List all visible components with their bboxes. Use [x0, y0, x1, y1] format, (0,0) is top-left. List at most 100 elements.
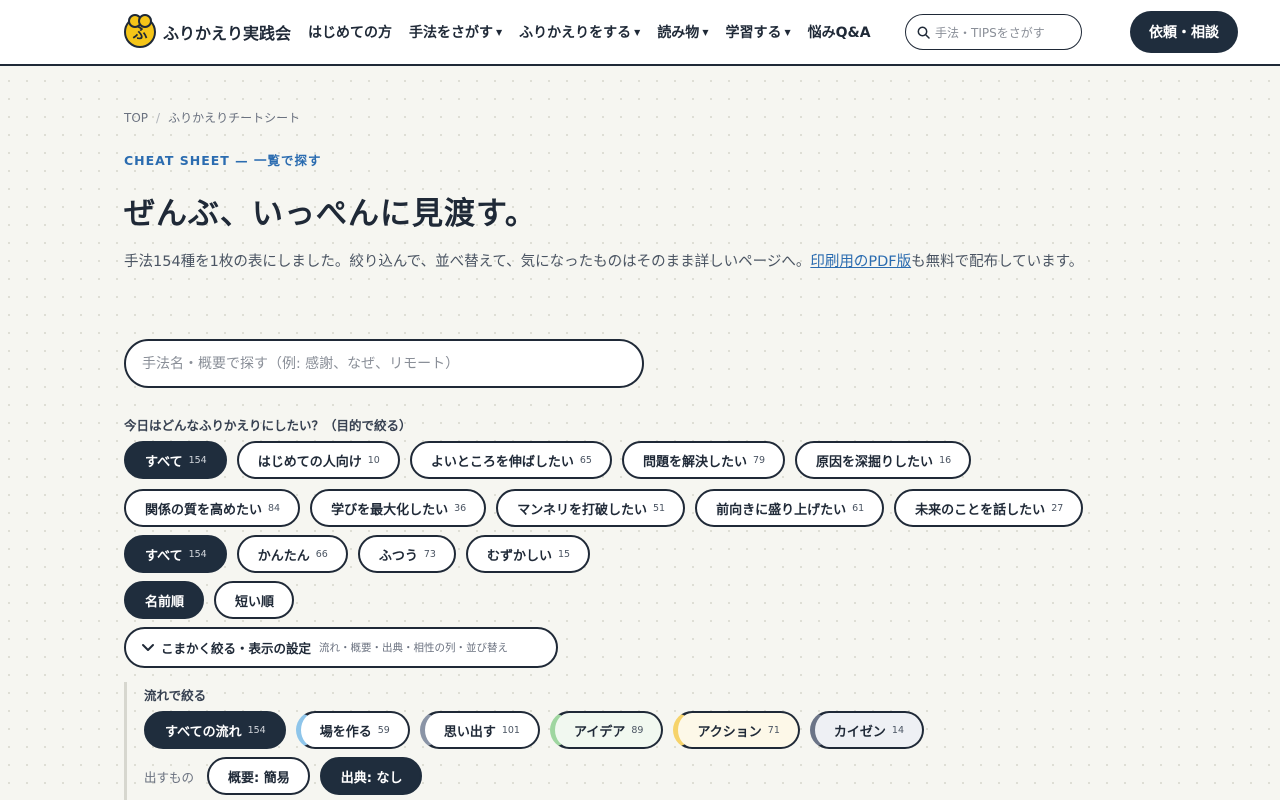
chip-label: すべて: [145, 454, 183, 470]
method-search[interactable]: [124, 339, 644, 388]
page-title: ぜんぶ、いっぺんに見渡す。: [124, 196, 537, 232]
difficulty-chip-all[interactable]: すべて 154: [124, 535, 227, 573]
nav-item-find-methods[interactable]: 手法をさがす ▼: [409, 22, 502, 42]
chip-label: ふつう: [378, 548, 418, 564]
pdf-link[interactable]: 印刷用のPDF版: [810, 254, 911, 270]
breadcrumb: TOP / ふりかえりチートシート: [124, 109, 300, 126]
chip-label: すべての流れ: [165, 724, 242, 740]
global-nav: はじめての方 手法をさがす ▼ ふりかえりをする ▼ 読み物 ▼ 学習する ▼ 悩みQ&…: [308, 20, 888, 44]
flow-filter-row: すべての流れ 154 場を作る 59 思い出す 101 アイデア 89 アクション 71 …: [144, 711, 934, 749]
breadcrumb-home-link[interactable]: TOP: [124, 111, 148, 125]
purpose-filter-row-2: 関係の質を高めたい 84 学びを最大化したい 36 マンネリを打破したい 51 前向き…: [124, 489, 1093, 527]
purpose-chip-root-cause[interactable]: 原因を深掘りしたい 16: [795, 441, 972, 479]
difficulty-chip-hard[interactable]: むずかしい 15: [465, 535, 591, 573]
difficulty-chip-easy[interactable]: かんたん 66: [236, 535, 348, 573]
chip-label: 前向きに盛り上げたい: [716, 502, 847, 518]
site-logo[interactable]: ふ ふりかえり実践会: [124, 14, 292, 48]
chip-count: 59: [377, 724, 390, 736]
chip-label: 原因を深掘りしたい: [816, 454, 934, 470]
flow-chip-set-the-stage[interactable]: 場を作る 59: [295, 711, 410, 749]
nav-label: 悩みQ&A: [807, 25, 871, 41]
purpose-chip-learning[interactable]: 学びを最大化したい 36: [310, 489, 487, 527]
frog-logo-icon: ふ: [124, 14, 156, 48]
chip-label: はじめての人向け: [257, 454, 362, 470]
purpose-chip-future[interactable]: 未来のことを話したい 27: [894, 489, 1084, 527]
chip-label: マンネリを打破したい: [517, 502, 647, 518]
breadcrumb-separator: /: [156, 111, 161, 125]
chip-label: 学びを最大化したい: [331, 502, 449, 518]
chip-count: 154: [188, 454, 207, 466]
nav-label: 読み物: [657, 25, 700, 41]
method-search-input[interactable]: [142, 355, 642, 372]
nav-item-beginners[interactable]: はじめての方: [308, 22, 392, 42]
chip-count: 101: [501, 724, 520, 736]
nav-item-learn[interactable]: 学習する ▼: [725, 22, 790, 42]
chip-label: 関係の質を高めたい: [145, 502, 263, 518]
nav-label: 手法をさがす: [409, 25, 493, 41]
chip-count: 61: [852, 502, 865, 514]
flow-chip-gather-data[interactable]: 思い出す 101: [419, 711, 540, 749]
nav-item-do-retrospective[interactable]: ふりかえりをする ▼: [519, 22, 640, 42]
sort-chip-name[interactable]: 名前順: [124, 581, 205, 619]
purpose-chip-strengths[interactable]: よいところを伸ばしたい 65: [409, 441, 612, 479]
chip-label: 場を作る: [319, 724, 372, 740]
chip-count: 79: [752, 454, 766, 466]
nav-item-articles[interactable]: 読み物 ▼: [657, 22, 708, 42]
page-lead: 手法154種を1枚の表にしました。絞り込んで、並べ替えて、気になったものはそのま…: [124, 248, 1144, 277]
chip-label: むずかしい: [486, 548, 552, 564]
caret-down-icon: ▼: [702, 27, 709, 37]
chip-label: 概要: 簡易: [228, 770, 290, 786]
chip-label: すべて: [145, 548, 183, 564]
purpose-chip-relationships[interactable]: 関係の質を高めたい 84: [124, 489, 301, 527]
chip-count: 89: [631, 724, 644, 736]
purpose-filter-row-1: すべて 154 はじめての人向け 10 よいところを伸ばしたい 65 問題を解決したい…: [124, 441, 981, 479]
chip-count: 154: [188, 548, 207, 560]
caret-down-icon: ▼: [496, 27, 503, 37]
site-search[interactable]: 手法・TIPSをさがす: [905, 14, 1082, 50]
nav-label: ふりかえりをする: [519, 25, 632, 41]
output-chip-source-none[interactable]: 出典: なし: [319, 757, 423, 795]
nav-label: はじめての方: [308, 25, 392, 41]
flow-chip-all[interactable]: すべての流れ 154: [144, 711, 286, 749]
sort-chip-shortest[interactable]: 短い順: [214, 581, 295, 619]
purpose-chip-energize[interactable]: 前向きに盛り上げたい 61: [695, 489, 885, 527]
chip-label: かんたん: [257, 548, 310, 564]
flow-filter-label: 流れで絞る: [144, 688, 207, 703]
chevron-down-icon: [142, 643, 154, 651]
site-name: ふりかえり実践会: [163, 24, 292, 43]
chip-label: 問題を解決したい: [642, 454, 747, 470]
chip-count: 154: [247, 724, 266, 736]
difficulty-chip-normal[interactable]: ふつう 73: [357, 535, 456, 573]
flow-chip-ideas[interactable]: アイデア 89: [549, 711, 664, 749]
detail-settings-panel: 流れで絞る すべての流れ 154 場を作る 59 思い出す 101 アイデア 89 アク…: [124, 682, 1024, 800]
flow-chip-kaizen[interactable]: カイゼン 14: [809, 711, 924, 749]
purpose-chip-solve-problems[interactable]: 問題を解決したい 79: [621, 441, 786, 479]
chip-label: アクション: [697, 724, 762, 740]
chip-count: 36: [454, 502, 467, 514]
chip-count: 66: [315, 548, 328, 560]
output-chip-summary-simple[interactable]: 概要: 簡易: [207, 757, 310, 795]
purpose-chip-all[interactable]: すべて 154: [124, 441, 227, 479]
caret-down-icon: ▼: [634, 27, 641, 37]
section-eyebrow: CHEAT SHEET — 一覧で探す: [124, 153, 322, 168]
detail-settings-toggle[interactable]: こまかく絞る・表示の設定 流れ・概要・出典・相性の列・並び替え: [124, 627, 558, 668]
chip-label: 短い順: [235, 594, 275, 610]
chip-count: 14: [891, 724, 904, 736]
lead-text: 手法154種を1枚の表にしました。絞り込んで、並べ替えて、気になったものはそのま…: [124, 254, 811, 270]
lead-text-end: も無料で配布しています。: [911, 254, 1084, 270]
chip-label: 出典: なし: [340, 770, 403, 786]
chip-count: 71: [767, 724, 780, 736]
purpose-chip-break-routine[interactable]: マンネリを打破したい 51: [496, 489, 686, 527]
flow-chip-action[interactable]: アクション 71: [673, 711, 800, 749]
breadcrumb-current: ふりかえりチートシート: [168, 111, 301, 125]
chip-count: 15: [557, 548, 571, 560]
contact-button[interactable]: 依頼・相談: [1130, 11, 1238, 53]
nav-item-qa[interactable]: 悩みQ&A: [808, 22, 871, 42]
difficulty-filter-row: すべて 154 かんたん 66 ふつう 73 むずかしい 15: [124, 535, 600, 573]
purpose-chip-beginners[interactable]: はじめての人向け 10: [236, 441, 400, 479]
chip-count: 84: [268, 502, 281, 514]
detail-settings-label: こまかく絞る・表示の設定: [161, 641, 312, 656]
detail-settings-sub: 流れ・概要・出典・相性の列・並び替え: [319, 642, 509, 654]
chip-count: 51: [652, 502, 666, 514]
chip-label: カイゼン: [833, 724, 886, 740]
